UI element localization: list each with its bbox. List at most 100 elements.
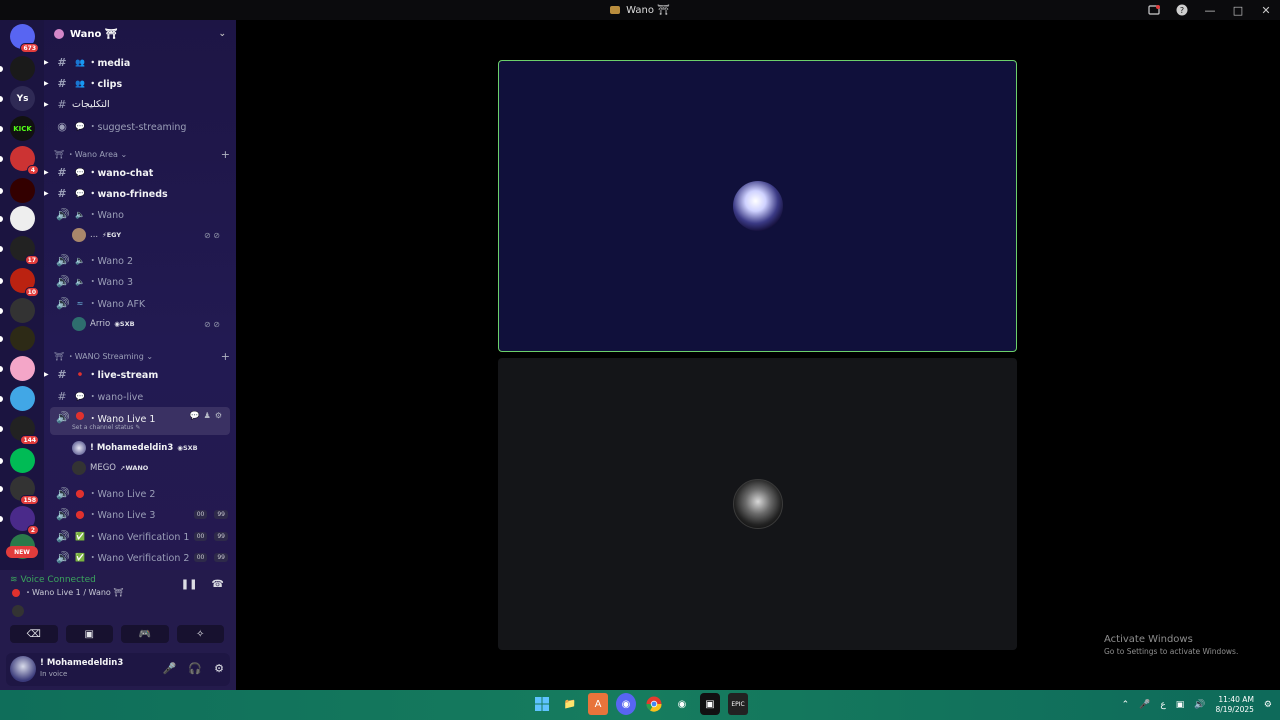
- channel-media[interactable]: ▶ # 👥 ・media: [44, 52, 236, 72]
- soundboard-button[interactable]: ✧: [176, 625, 224, 643]
- guild-icon[interactable]: 673: [10, 24, 39, 53]
- minimize-button[interactable]: —: [1196, 0, 1224, 20]
- voice-channel-wano-verification-2[interactable]: 🔊 ✅ ・Wano Verification 2 00 99: [44, 547, 236, 567]
- new-guild-badge[interactable]: NEW: [6, 546, 38, 558]
- voice-user[interactable]: MEGO ➚WANO: [72, 459, 148, 477]
- epic-games-icon[interactable]: EPIC: [728, 693, 748, 715]
- channel-live-stream[interactable]: ▶ # ⚫ ・live-stream: [44, 364, 236, 384]
- guild-icon[interactable]: [10, 386, 35, 411]
- language-indicator[interactable]: ع: [1160, 700, 1165, 710]
- guild-icon[interactable]: 158: [10, 476, 39, 505]
- red-circle-icon: ⬤: [75, 509, 85, 519]
- guild-icon[interactable]: [10, 356, 35, 381]
- channel-label: ・wano-live: [88, 392, 144, 403]
- guild-icon[interactable]: Ys: [10, 86, 35, 111]
- channel-wano-live[interactable]: # 💬 ・wano-live: [44, 386, 236, 406]
- screen-share-button[interactable]: ▣: [65, 625, 113, 643]
- guild-icon[interactable]: 10: [10, 268, 39, 297]
- guild-icon[interactable]: 2: [10, 506, 39, 535]
- chat-icon[interactable]: 💬: [190, 411, 200, 420]
- chrome-icon[interactable]: [644, 693, 664, 715]
- guild-icon[interactable]: [10, 178, 35, 203]
- unread-indicator: ▶: [44, 58, 49, 66]
- participant-tile-speaking[interactable]: [498, 60, 1017, 352]
- voice-channel-wano-live-3[interactable]: 🔊 ⬤ ・Wano Live 3 00 99: [44, 504, 236, 524]
- gear-icon[interactable]: ⚙: [215, 411, 222, 420]
- voice-user[interactable]: Arrio ◉SXB ⊘ ⊘: [72, 315, 220, 333]
- guild-icon[interactable]: 17: [10, 236, 39, 265]
- channel-tools: 💬 ♟ ⚙: [190, 411, 222, 420]
- channel-wano-chat[interactable]: ▶ # 💬 ・wano-chat: [44, 162, 236, 182]
- avatar: [72, 461, 86, 475]
- voice-channel-wano-3[interactable]: 🔊 🔈 ・Wano 3: [44, 271, 236, 291]
- channel-suggest-streaming[interactable]: ◉ 💬 ・suggest-streaming: [44, 116, 236, 136]
- voice-channel-icon: 🔊: [56, 486, 70, 500]
- maximize-button[interactable]: □: [1224, 0, 1252, 20]
- guild-icon[interactable]: KICK: [10, 116, 35, 141]
- close-button[interactable]: ✕: [1252, 0, 1280, 20]
- guild-icon[interactable]: [10, 298, 35, 323]
- voice-user[interactable]: ... ⚡EGY ⊘ ⊘: [72, 226, 220, 244]
- guild-icon[interactable]: 144: [10, 416, 39, 445]
- user-tag: ⚡EGY: [102, 231, 122, 239]
- server-header[interactable]: Wano ⛩ ⌄: [44, 20, 236, 48]
- app-orange-icon[interactable]: A: [588, 693, 608, 715]
- channel-label: ・Wano 2: [88, 256, 134, 267]
- start-icon[interactable]: [532, 693, 552, 715]
- disconnect-icon[interactable]: ☎: [212, 579, 224, 590]
- check-icon: ✅: [75, 552, 85, 562]
- user-avatar[interactable]: [10, 656, 36, 682]
- channel-clips-arabic[interactable]: ▶ # التكليجات: [44, 94, 236, 114]
- camera-off-button[interactable]: ⌫: [10, 625, 58, 643]
- app-globe-icon[interactable]: ◉: [672, 693, 692, 715]
- inbox-icon[interactable]: [1140, 0, 1168, 20]
- hashtag-icon: #: [57, 389, 67, 403]
- notification-icon[interactable]: ⚙: [1264, 700, 1272, 710]
- guild-icon[interactable]: 4: [10, 146, 39, 175]
- guild-icon[interactable]: [10, 448, 35, 473]
- gear-icon[interactable]: ⚙: [214, 662, 224, 675]
- system-tray: ⌃ 🎤 ع ▣ 🔊 11:40 AM 8/19/2025 ⚙: [1122, 690, 1272, 720]
- voice-user[interactable]: ! Mohamedeldin3 ◉SXB: [72, 439, 198, 457]
- guild-icon[interactable]: [10, 206, 35, 231]
- avatar[interactable]: [12, 605, 24, 617]
- discord-icon[interactable]: ◉: [616, 693, 636, 715]
- add-channel-button[interactable]: +: [221, 148, 230, 161]
- voice-channel-wano-verification-1[interactable]: 🔊 ✅ ・Wano Verification 1 00 99: [44, 526, 236, 546]
- file-explorer-icon[interactable]: 📁: [560, 693, 580, 715]
- microphone-icon[interactable]: 🎤: [163, 662, 177, 675]
- channel-wano-frineds[interactable]: ▶ # 💬 ・wano-frineds: [44, 183, 236, 203]
- set-channel-status[interactable]: Set a channel status ✎: [72, 424, 140, 431]
- clock[interactable]: 11:40 AM 8/19/2025: [1215, 695, 1253, 715]
- category-wano-area[interactable]: ⛩ ・Wano Area ⌄ +: [54, 147, 230, 161]
- microphone-icon[interactable]: 🎤: [1139, 700, 1150, 710]
- capcut-icon[interactable]: ▣: [700, 693, 720, 715]
- network-icon[interactable]: ▣: [1176, 700, 1185, 710]
- invite-icon[interactable]: ♟: [204, 411, 211, 420]
- category-wano-streaming[interactable]: ⛩ ・WANO Streaming ⌄ +: [54, 349, 230, 363]
- guild-icon[interactable]: [10, 326, 35, 351]
- headphones-icon[interactable]: 🎧: [188, 662, 202, 675]
- voice-connected[interactable]: ≋ Voice Connected: [10, 575, 96, 585]
- mention-badge: 2: [27, 525, 39, 535]
- voice-channel-wano-2[interactable]: 🔊 🔈 ・Wano 2: [44, 250, 236, 270]
- chevron-up-icon[interactable]: ⌃: [1122, 700, 1130, 710]
- help-icon[interactable]: ?: [1168, 0, 1196, 20]
- voice-channel-wano-live-1[interactable]: 🔊 ⬤ ・Wano Live 1 💬 ♟ ⚙ Set a channel sta…: [50, 407, 230, 435]
- activities-button[interactable]: 🎮: [121, 625, 169, 643]
- volume-icon[interactable]: 🔊: [1194, 700, 1205, 710]
- channel-clips[interactable]: ▶ # 👥 ・clips: [44, 73, 236, 93]
- unread-indicator: ▶: [44, 100, 49, 108]
- voice-channel-wano-afk[interactable]: 🔊 ≈ ・Wano AFK: [44, 293, 236, 313]
- unread-pill: [0, 336, 3, 342]
- voice-location[interactable]: ・Wano Live 1 / Wano ⛩: [12, 587, 124, 598]
- voice-channel-icon: 🔊: [56, 507, 70, 521]
- guild-icon[interactable]: [10, 56, 35, 81]
- voice-channel-wano-live-2[interactable]: 🔊 ⬤ ・Wano Live 2: [44, 483, 236, 503]
- participant-tile[interactable]: [498, 358, 1017, 650]
- noise-suppression-icon[interactable]: ❚❚: [181, 579, 198, 590]
- voice-channel-wano[interactable]: 🔊 🔈 ・Wano: [44, 204, 236, 224]
- add-channel-button[interactable]: +: [221, 350, 230, 363]
- unread-indicator: ▶: [44, 189, 49, 197]
- user-name: ...: [90, 230, 99, 240]
